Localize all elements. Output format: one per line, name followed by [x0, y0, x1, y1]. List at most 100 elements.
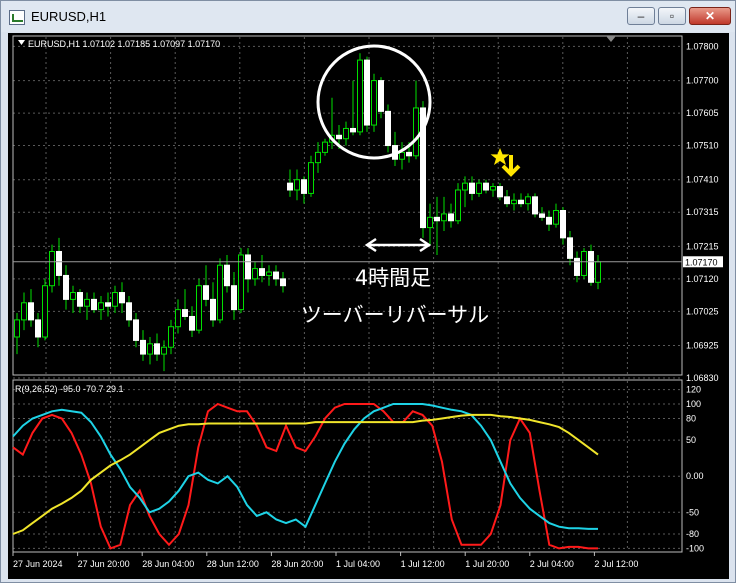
- bearish-candle: [133, 319, 139, 341]
- price-tick-label: 1.06925: [686, 341, 719, 351]
- price-panel-header: EURUSD,H1 1.07102 1.07185 1.07097 1.0717…: [28, 39, 220, 49]
- bearish-candle: [245, 254, 251, 280]
- bullish-candle: [371, 80, 377, 126]
- bullish-candle: [70, 292, 76, 300]
- bullish-candle: [525, 196, 531, 205]
- oscillator-grid: [13, 381, 682, 551]
- bearish-candle: [56, 251, 62, 276]
- oscillator-tick-label: 50: [686, 435, 696, 445]
- close-button[interactable]: ✕: [689, 7, 731, 25]
- bullish-candle: [175, 309, 181, 328]
- time-tick-label: 28 Jun 20:00: [271, 559, 323, 569]
- oscillator-line-3: [12, 413, 599, 535]
- bearish-candle: [301, 179, 307, 194]
- bearish-candle: [35, 319, 41, 338]
- bearish-candle: [385, 110, 391, 147]
- bullish-candle: [343, 127, 349, 140]
- bearish-candle: [210, 298, 216, 321]
- bullish-candle: [322, 141, 328, 153]
- annotation-timeframe: 4時間足: [355, 266, 431, 290]
- bearish-candle: [539, 213, 545, 218]
- bullish-candle: [427, 216, 433, 229]
- bullish-candle: [84, 298, 90, 307]
- bearish-candle: [560, 210, 566, 239]
- price-tick-label: 1.07800: [686, 41, 719, 51]
- bearish-candle: [483, 182, 489, 191]
- oscillator-tick-label: -50: [686, 507, 699, 517]
- bearish-candle: [567, 237, 573, 259]
- bullish-candle: [455, 189, 461, 222]
- bearish-candle: [126, 302, 132, 321]
- bearish-candle: [91, 298, 97, 311]
- time-tick-label: 1 Jul 12:00: [401, 559, 445, 569]
- bearish-candle: [378, 80, 384, 112]
- bullish-candle: [168, 326, 174, 348]
- bearish-candle: [77, 292, 83, 307]
- bullish-candle: [413, 107, 419, 157]
- bearish-candle: [224, 264, 230, 287]
- title-bar[interactable]: EURUSD,H1 – ▫ ✕: [1, 1, 735, 32]
- bullish-candle: [238, 254, 244, 311]
- chart-window: EURUSD,H1 – ▫ ✕ EURUSD,H1 1.07102 1.0718…: [0, 0, 736, 583]
- oscillator-tick-label: 0.00: [686, 471, 704, 481]
- bearish-candle: [280, 278, 286, 287]
- bearish-candle: [434, 216, 440, 222]
- bullish-candle: [308, 162, 314, 194]
- price-tick-label: 1.07700: [686, 76, 719, 86]
- bearish-candle: [140, 339, 146, 355]
- time-tick-label: 27 Jun 20:00: [78, 559, 130, 569]
- chart-canvas[interactable]: EURUSD,H1 1.07102 1.07185 1.07097 1.0717…: [8, 33, 729, 579]
- bullish-candle: [315, 151, 321, 164]
- chart-shift-marker[interactable]: [606, 36, 616, 42]
- bullish-candle: [553, 210, 559, 225]
- chart-window-icon: [9, 10, 25, 25]
- bearish-candle: [182, 309, 188, 317]
- bullish-candle: [462, 182, 468, 191]
- time-axis: 27 Jun 2024 27 Jun 20:00 28 Jun 04:00 28 Ju…: [12, 552, 638, 569]
- dropdown-triangle-icon[interactable]: [18, 40, 25, 45]
- time-tick-label: 28 Jun 04:00: [142, 559, 194, 569]
- oscillator-tick-label: 80: [686, 413, 696, 423]
- chart-area[interactable]: EURUSD,H1 1.07102 1.07185 1.07097 1.0717…: [8, 33, 729, 579]
- oscillator-tick-label: 120: [686, 385, 701, 395]
- minimize-button[interactable]: –: [627, 7, 655, 25]
- price-tick-label: 1.07215: [686, 241, 719, 251]
- bearish-candle: [105, 302, 111, 307]
- bearish-candle: [273, 271, 279, 280]
- bearish-candle: [546, 216, 552, 225]
- bearish-candle: [119, 292, 125, 304]
- bearish-candle: [518, 199, 524, 205]
- bearish-candle: [532, 196, 538, 215]
- current-price-label: 1.07170: [685, 257, 718, 267]
- bearish-candle: [588, 251, 594, 283]
- bullish-candle: [21, 302, 27, 321]
- bullish-candle: [511, 199, 517, 205]
- bearish-candle: [189, 315, 195, 331]
- bullish-candle: [98, 302, 104, 311]
- bearish-candle: [336, 134, 342, 140]
- bearish-candle: [574, 257, 580, 276]
- bearish-candle: [28, 302, 34, 321]
- oscillator-tick-label: -100: [686, 543, 704, 553]
- price-axis: 1.07800 1.07700 1.07605 1.07510 1.07410 1.073…: [686, 41, 719, 383]
- oscillator-series: [12, 402, 599, 550]
- bearish-candle: [504, 196, 510, 205]
- price-tick-label: 1.07025: [686, 306, 719, 316]
- time-tick-label: 2 Jul 04:00: [530, 559, 574, 569]
- bearish-candle: [231, 285, 237, 311]
- bullish-candle: [147, 343, 153, 355]
- bearish-candle: [469, 182, 475, 194]
- bearish-candle: [203, 285, 209, 300]
- price-tick-label: 1.07410: [686, 175, 719, 185]
- bullish-candle: [476, 182, 482, 194]
- bearish-candle: [63, 274, 69, 300]
- maximize-button[interactable]: ▫: [658, 7, 686, 25]
- bullish-candle: [112, 292, 118, 307]
- bullish-candle: [14, 319, 20, 338]
- bearish-candle: [406, 151, 412, 157]
- bearish-candle: [259, 268, 265, 276]
- bearish-candle: [350, 127, 356, 133]
- annotation-pattern: ツーバーリバーサル: [301, 303, 489, 327]
- bearish-candle: [364, 59, 370, 126]
- time-tick-label: 27 Jun 2024: [13, 559, 63, 569]
